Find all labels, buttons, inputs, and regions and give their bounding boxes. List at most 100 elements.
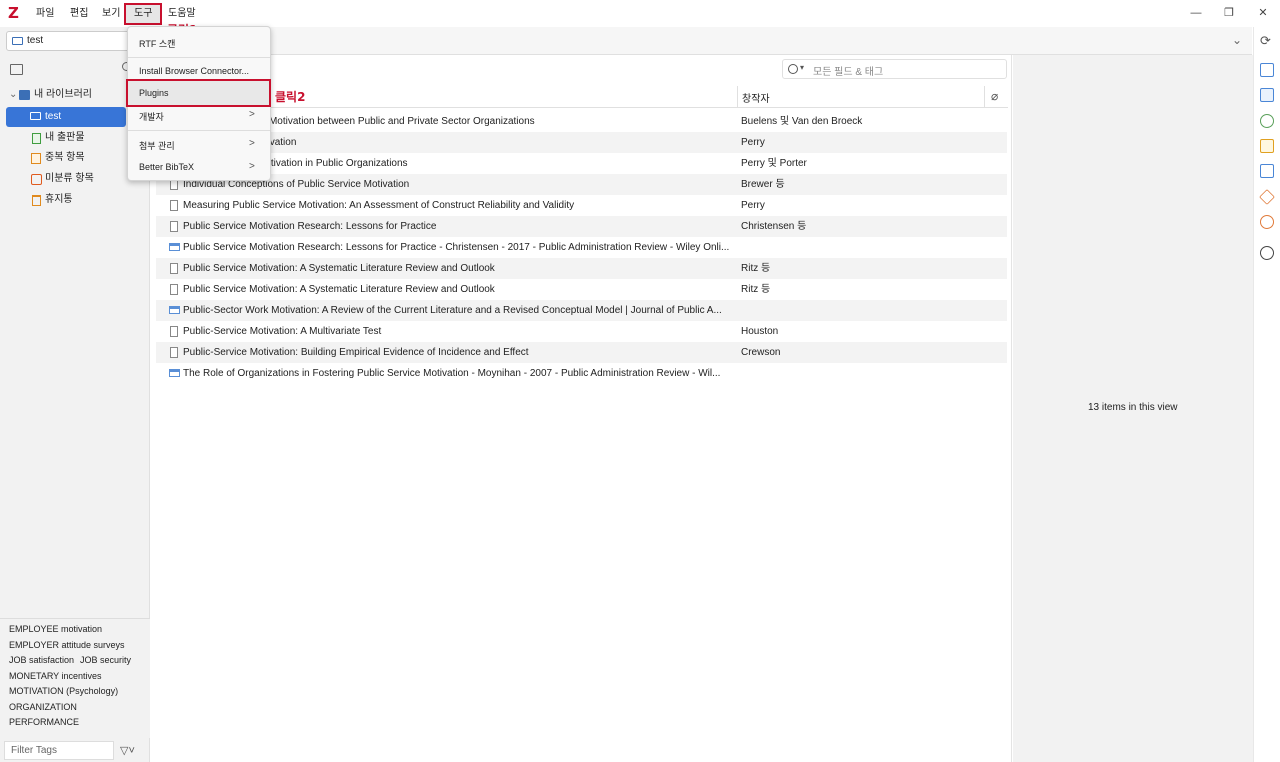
row-creator: Perry 및 Porter — [741, 158, 807, 169]
menu-tools[interactable]: 도구 — [124, 3, 163, 25]
document-icon — [170, 284, 178, 295]
attachments-icon[interactable] — [1260, 114, 1274, 128]
table-row[interactable]: Public-Sector Work Motivation: A Review … — [156, 300, 1007, 321]
tree-item-label: test — [45, 111, 62, 122]
item-pane-sidenav — [1253, 27, 1280, 762]
tree-item-label: 중복 항목 — [45, 152, 85, 163]
column-divider — [984, 86, 985, 108]
chevron-down-icon[interactable]: ⌄ — [9, 85, 17, 105]
document-icon — [170, 326, 178, 337]
row-creator: Buelens 및 Van den Broeck — [741, 116, 863, 127]
row-title: Public-Sector Work Motivation: A Review … — [183, 305, 722, 316]
document-icon — [170, 200, 178, 211]
abstract-icon[interactable] — [1260, 88, 1274, 102]
tree-item-label: 내 라이브러리 — [34, 89, 92, 100]
new-collection-icon[interactable] — [10, 64, 23, 75]
table-row[interactable]: Measuring Public Service Motivation: An … — [156, 195, 1007, 216]
publications-icon — [32, 133, 41, 144]
search-icon[interactable] — [788, 64, 798, 74]
info-icon[interactable] — [1260, 63, 1274, 77]
table-row[interactable]: Public Service Motivation Research: Less… — [156, 216, 1007, 237]
tag-item[interactable]: EMPLOYEE motivation — [9, 622, 102, 638]
tag-item[interactable]: JOB satisfaction — [9, 653, 74, 669]
row-creator: Ritz 등 — [741, 284, 771, 295]
tag-item[interactable]: MONETARY incentives — [9, 669, 102, 685]
tree-item-label: 휴지통 — [45, 194, 73, 205]
submenu-arrow-icon: > — [249, 161, 255, 172]
search-mode-chevron-icon[interactable]: ▾ — [800, 63, 804, 72]
document-icon — [170, 263, 178, 274]
row-title: Public Service Motivation: A Systematic … — [183, 284, 495, 295]
menu-item-better-bibtex[interactable]: Better BibTeX — [139, 162, 194, 172]
tree-item-trash[interactable]: 휴지통 — [0, 190, 150, 210]
items-toolbar — [150, 27, 1252, 55]
menu-file[interactable]: 파일 — [34, 4, 56, 24]
sync-icon[interactable]: ⟳ — [1260, 33, 1271, 49]
row-creator: Ritz 등 — [741, 263, 771, 274]
zotero-logo-icon: Z — [8, 4, 19, 22]
row-creator: Christensen 등 — [741, 221, 807, 232]
locate-icon[interactable] — [1260, 246, 1274, 260]
tag-selector: EMPLOYEE motivation EMPLOYER attitude su… — [0, 618, 150, 738]
row-title: Measuring Public Service Motivation: An … — [183, 200, 575, 211]
unfiled-icon — [31, 174, 42, 185]
search-placeholder: 모든 필드 & 태그 — [813, 67, 884, 78]
chevron-down-icon[interactable]: ⌄ — [1232, 33, 1242, 47]
folder-icon — [30, 112, 41, 120]
table-row[interactable]: ...ublic Service MotivationPerry — [156, 132, 1007, 153]
table-row[interactable]: ...he Context for Motivation in Public O… — [156, 153, 1007, 174]
webpage-icon — [169, 306, 180, 314]
duplicates-icon — [31, 153, 41, 164]
collection-search-field[interactable]: test — [6, 31, 138, 51]
table-row[interactable]: Individual Conceptions of Public Service… — [156, 174, 1007, 195]
row-title: Public-Service Motivation: A Multivariat… — [183, 326, 382, 337]
table-row[interactable]: Public-Service Motivation: A Multivariat… — [156, 321, 1007, 342]
table-row[interactable]: Public Service Motivation: A Systematic … — [156, 279, 1007, 300]
related-icon[interactable] — [1260, 215, 1274, 229]
menu-edit[interactable]: 편집 — [68, 4, 90, 24]
tree-item-label: 내 출판물 — [45, 132, 85, 143]
annotation-click2: 클릭2 — [275, 90, 306, 104]
tree-item-test[interactable]: test — [6, 107, 126, 127]
submenu-arrow-icon: > — [249, 109, 255, 120]
menu-item-manage-attachments[interactable]: 첨부 관리 — [139, 139, 175, 152]
menu-item-install-connector[interactable]: Install Browser Connector... — [139, 66, 249, 76]
column-divider — [737, 86, 738, 108]
menu-view[interactable]: 보기 — [100, 4, 122, 24]
tag-filter-input[interactable]: Filter Tags — [4, 741, 114, 760]
minimize-button[interactable]: — — [1185, 4, 1207, 22]
row-title: Public Service Motivation Research: Less… — [183, 221, 437, 232]
tag-item[interactable]: JOB security — [80, 653, 131, 669]
collection-search-value: test — [27, 35, 44, 46]
tag-item[interactable]: ORGANIZATION — [9, 700, 77, 716]
libraries-collections-icon[interactable] — [1260, 164, 1274, 178]
webpage-icon — [169, 369, 180, 377]
tag-item[interactable]: MOTIVATION (Psychology) — [9, 684, 118, 700]
row-creator: Perry — [741, 200, 765, 211]
attachment-icon[interactable]: ⌀ — [991, 89, 998, 103]
table-row[interactable]: Public Service Motivation Research: Less… — [156, 237, 1007, 258]
tag-item[interactable]: EMPLOYER attitude surveys — [9, 638, 125, 654]
table-row[interactable]: The Role of Organizations in Fostering P… — [156, 363, 1007, 384]
search-field[interactable]: ▾ 모든 필드 & 태그 — [782, 59, 1007, 79]
submenu-arrow-icon: > — [249, 138, 255, 149]
document-icon — [170, 347, 178, 358]
tag-filter-menu-icon[interactable]: ▽˅ — [120, 744, 135, 757]
tree-item-label: 미분류 항목 — [45, 173, 94, 184]
row-title: The Role of Organizations in Fostering P… — [183, 368, 721, 379]
webpage-icon — [169, 243, 180, 251]
restore-button[interactable]: ❐ — [1218, 4, 1240, 22]
tag-item[interactable]: PERFORMANCE — [9, 715, 79, 731]
table-row[interactable]: Public Service Motivation: A Systematic … — [156, 258, 1007, 279]
row-title: Public-Service Motivation: Building Empi… — [183, 347, 529, 358]
menu-item-developer[interactable]: 개발자 — [139, 110, 164, 123]
item-count: 13 items in this view — [1088, 402, 1178, 413]
close-button[interactable]: ✕ — [1252, 4, 1274, 22]
column-creator[interactable]: 창작자 — [742, 90, 770, 105]
table-row[interactable]: ...ferences in Work Motivation between P… — [156, 111, 1007, 132]
menu-item-plugins[interactable]: Plugins — [139, 88, 169, 98]
menu-item-rtf-scan[interactable]: RTF 스캔 — [139, 37, 175, 50]
row-creator: Perry — [741, 137, 765, 148]
notes-icon[interactable] — [1260, 139, 1274, 153]
table-row[interactable]: Public-Service Motivation: Building Empi… — [156, 342, 1007, 363]
